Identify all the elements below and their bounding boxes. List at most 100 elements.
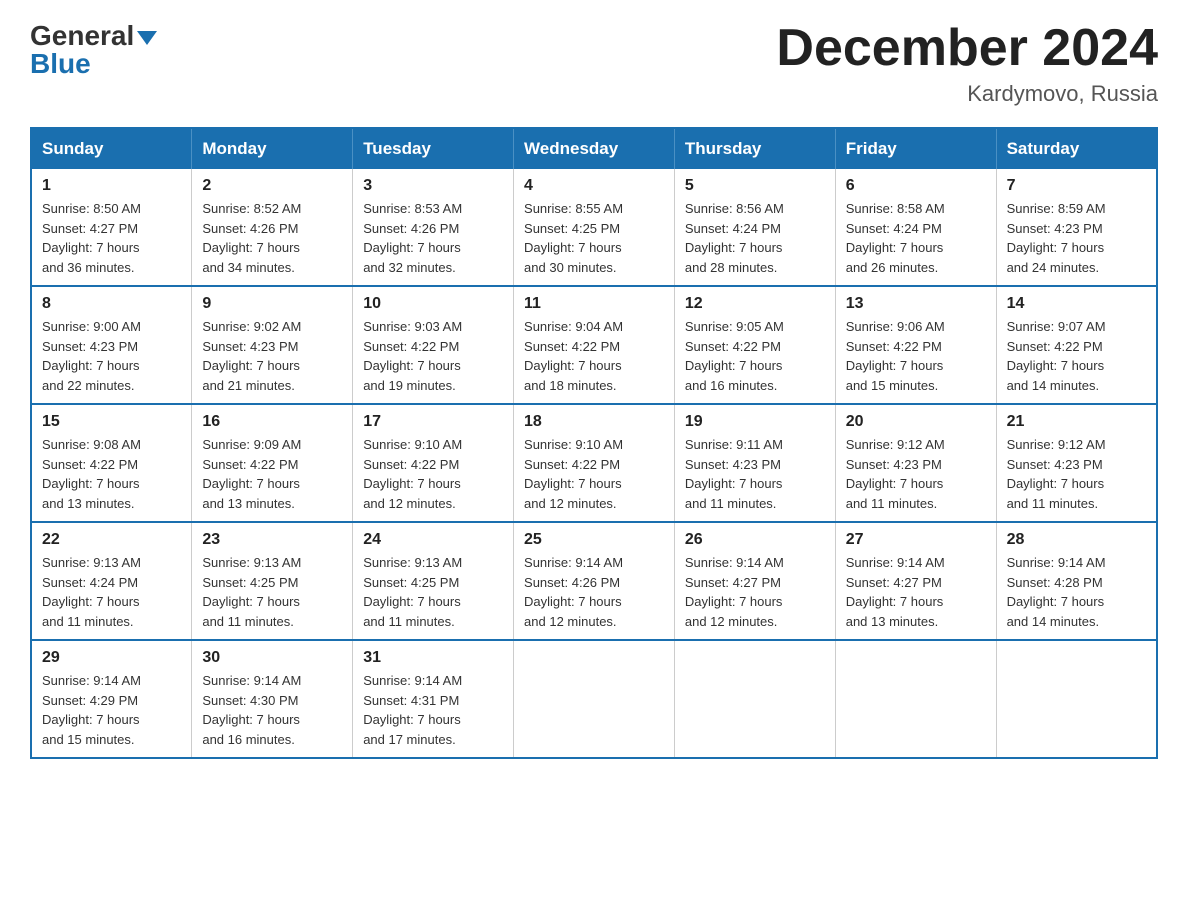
day-number: 31 [363, 649, 503, 667]
table-row: 2Sunrise: 8:52 AMSunset: 4:26 PMDaylight… [192, 169, 353, 286]
day-number: 21 [1007, 413, 1146, 431]
header-saturday: Saturday [996, 128, 1157, 169]
day-number: 17 [363, 413, 503, 431]
day-info: Sunrise: 9:13 AMSunset: 4:25 PMDaylight:… [202, 553, 342, 631]
calendar-week-4: 22 Sunrise: 9:13 AMSunset: 4:24 PMDayligh… [31, 522, 1157, 640]
header-monday: Monday [192, 128, 353, 169]
day-info: Sunrise: 9:02 AMSunset: 4:23 PMDaylight:… [202, 317, 342, 395]
calendar-week-5: 29 Sunrise: 9:14 AMSunset: 4:29 PMDayligh… [31, 640, 1157, 758]
table-row [996, 640, 1157, 758]
day-info: Sunrise: 9:14 AMSunset: 4:31 PMDaylight:… [363, 671, 503, 749]
day-info: Sunrise: 9:14 AMSunset: 4:28 PMDaylight:… [1007, 553, 1146, 631]
calendar-week-1: 1Sunrise: 8:50 AMSunset: 4:27 PMDaylight… [31, 169, 1157, 286]
day-number: 12 [685, 295, 825, 313]
table-row [674, 640, 835, 758]
day-number: 18 [524, 413, 664, 431]
table-row: 20Sunrise: 9:12 AMSunset: 4:23 PMDayligh… [835, 404, 996, 522]
day-number: 13 [846, 295, 986, 313]
day-number: 22 [42, 531, 181, 549]
table-row: 22 Sunrise: 9:13 AMSunset: 4:24 PMDayligh… [31, 522, 192, 640]
table-row: 27 Sunrise: 9:14 AMSunset: 4:27 PMDayligh… [835, 522, 996, 640]
day-info: Sunrise: 9:13 AMSunset: 4:24 PMDaylight:… [42, 553, 181, 631]
table-row: 28 Sunrise: 9:14 AMSunset: 4:28 PMDayligh… [996, 522, 1157, 640]
day-number: 28 [1007, 531, 1146, 549]
table-row: 26 Sunrise: 9:14 AMSunset: 4:27 PMDayligh… [674, 522, 835, 640]
day-info: Sunrise: 9:03 AMSunset: 4:22 PMDaylight:… [363, 317, 503, 395]
title-section: December 2024 Kardymovo, Russia [776, 20, 1158, 107]
day-number: 14 [1007, 295, 1146, 313]
table-row: 30 Sunrise: 9:14 AMSunset: 4:30 PMDayligh… [192, 640, 353, 758]
table-row: 4Sunrise: 8:55 AMSunset: 4:25 PMDaylight… [514, 169, 675, 286]
table-row: 23 Sunrise: 9:13 AMSunset: 4:25 PMDayligh… [192, 522, 353, 640]
day-number: 20 [846, 413, 986, 431]
day-number: 15 [42, 413, 181, 431]
day-info: Sunrise: 9:05 AMSunset: 4:22 PMDaylight:… [685, 317, 825, 395]
table-row: 7 Sunrise: 8:59 AMSunset: 4:23 PMDaylight… [996, 169, 1157, 286]
calendar-table: Sunday Monday Tuesday Wednesday Thursday… [30, 127, 1158, 759]
day-info: Sunrise: 9:10 AMSunset: 4:22 PMDaylight:… [363, 435, 503, 513]
table-row: 1Sunrise: 8:50 AMSunset: 4:27 PMDaylight… [31, 169, 192, 286]
day-info: Sunrise: 8:52 AMSunset: 4:26 PMDaylight:… [202, 199, 342, 277]
day-info: Sunrise: 9:08 AMSunset: 4:22 PMDaylight:… [42, 435, 181, 513]
day-info: Sunrise: 9:09 AMSunset: 4:22 PMDaylight:… [202, 435, 342, 513]
header-thursday: Thursday [674, 128, 835, 169]
day-number: 16 [202, 413, 342, 431]
table-row: 5Sunrise: 8:56 AMSunset: 4:24 PMDaylight… [674, 169, 835, 286]
table-row: 24 Sunrise: 9:13 AMSunset: 4:25 PMDayligh… [353, 522, 514, 640]
day-info: Sunrise: 9:00 AMSunset: 4:23 PMDaylight:… [42, 317, 181, 395]
day-info: Sunrise: 9:04 AMSunset: 4:22 PMDaylight:… [524, 317, 664, 395]
day-info: Sunrise: 8:58 AMSunset: 4:24 PMDaylight:… [846, 199, 986, 277]
table-row [835, 640, 996, 758]
table-row: 10 Sunrise: 9:03 AMSunset: 4:22 PMDayligh… [353, 286, 514, 404]
month-title: December 2024 [776, 20, 1158, 77]
day-number: 23 [202, 531, 342, 549]
table-row: 19 Sunrise: 9:11 AMSunset: 4:23 PMDayligh… [674, 404, 835, 522]
header-friday: Friday [835, 128, 996, 169]
day-info: Sunrise: 9:06 AMSunset: 4:22 PMDaylight:… [846, 317, 986, 395]
day-number: 6 [846, 177, 986, 195]
day-number: 5 [685, 177, 825, 195]
day-info: Sunrise: 8:53 AMSunset: 4:26 PMDaylight:… [363, 199, 503, 277]
day-number: 3 [363, 177, 503, 195]
header-wednesday: Wednesday [514, 128, 675, 169]
day-number: 7 [1007, 177, 1146, 195]
day-info: Sunrise: 9:14 AMSunset: 4:29 PMDaylight:… [42, 671, 181, 749]
day-info: Sunrise: 8:59 AMSunset: 4:23 PMDaylight:… [1007, 199, 1146, 277]
day-number: 26 [685, 531, 825, 549]
day-number: 27 [846, 531, 986, 549]
day-info: Sunrise: 9:11 AMSunset: 4:23 PMDaylight:… [685, 435, 825, 513]
day-number: 24 [363, 531, 503, 549]
table-row: 11Sunrise: 9:04 AMSunset: 4:22 PMDayligh… [514, 286, 675, 404]
table-row: 13 Sunrise: 9:06 AMSunset: 4:22 PMDayligh… [835, 286, 996, 404]
day-number: 4 [524, 177, 664, 195]
day-number: 25 [524, 531, 664, 549]
table-row: 29 Sunrise: 9:14 AMSunset: 4:29 PMDayligh… [31, 640, 192, 758]
table-row: 16 Sunrise: 9:09 AMSunset: 4:22 PMDayligh… [192, 404, 353, 522]
day-number: 19 [685, 413, 825, 431]
table-row [514, 640, 675, 758]
day-info: Sunrise: 9:07 AMSunset: 4:22 PMDaylight:… [1007, 317, 1146, 395]
day-number: 8 [42, 295, 181, 313]
day-info: Sunrise: 9:14 AMSunset: 4:30 PMDaylight:… [202, 671, 342, 749]
calendar-week-2: 8 Sunrise: 9:00 AMSunset: 4:23 PMDaylight… [31, 286, 1157, 404]
table-row: 25 Sunrise: 9:14 AMSunset: 4:26 PMDayligh… [514, 522, 675, 640]
day-info: Sunrise: 9:14 AMSunset: 4:27 PMDaylight:… [685, 553, 825, 631]
day-info: Sunrise: 9:13 AMSunset: 4:25 PMDaylight:… [363, 553, 503, 631]
table-row: 18Sunrise: 9:10 AMSunset: 4:22 PMDayligh… [514, 404, 675, 522]
day-info: Sunrise: 9:14 AMSunset: 4:27 PMDaylight:… [846, 553, 986, 631]
table-row: 8 Sunrise: 9:00 AMSunset: 4:23 PMDaylight… [31, 286, 192, 404]
table-row: 21Sunrise: 9:12 AMSunset: 4:23 PMDayligh… [996, 404, 1157, 522]
day-number: 30 [202, 649, 342, 667]
day-number: 29 [42, 649, 181, 667]
day-number: 10 [363, 295, 503, 313]
day-number: 9 [202, 295, 342, 313]
table-row: 12 Sunrise: 9:05 AMSunset: 4:22 PMDayligh… [674, 286, 835, 404]
logo-arrow-icon [137, 31, 157, 45]
day-info: Sunrise: 8:50 AMSunset: 4:27 PMDaylight:… [42, 199, 181, 277]
header-tuesday: Tuesday [353, 128, 514, 169]
calendar-week-3: 15 Sunrise: 9:08 AMSunset: 4:22 PMDayligh… [31, 404, 1157, 522]
table-row: 31 Sunrise: 9:14 AMSunset: 4:31 PMDayligh… [353, 640, 514, 758]
day-info: Sunrise: 9:14 AMSunset: 4:26 PMDaylight:… [524, 553, 664, 631]
table-row: 9 Sunrise: 9:02 AMSunset: 4:23 PMDaylight… [192, 286, 353, 404]
table-row: 3 Sunrise: 8:53 AMSunset: 4:26 PMDaylight… [353, 169, 514, 286]
